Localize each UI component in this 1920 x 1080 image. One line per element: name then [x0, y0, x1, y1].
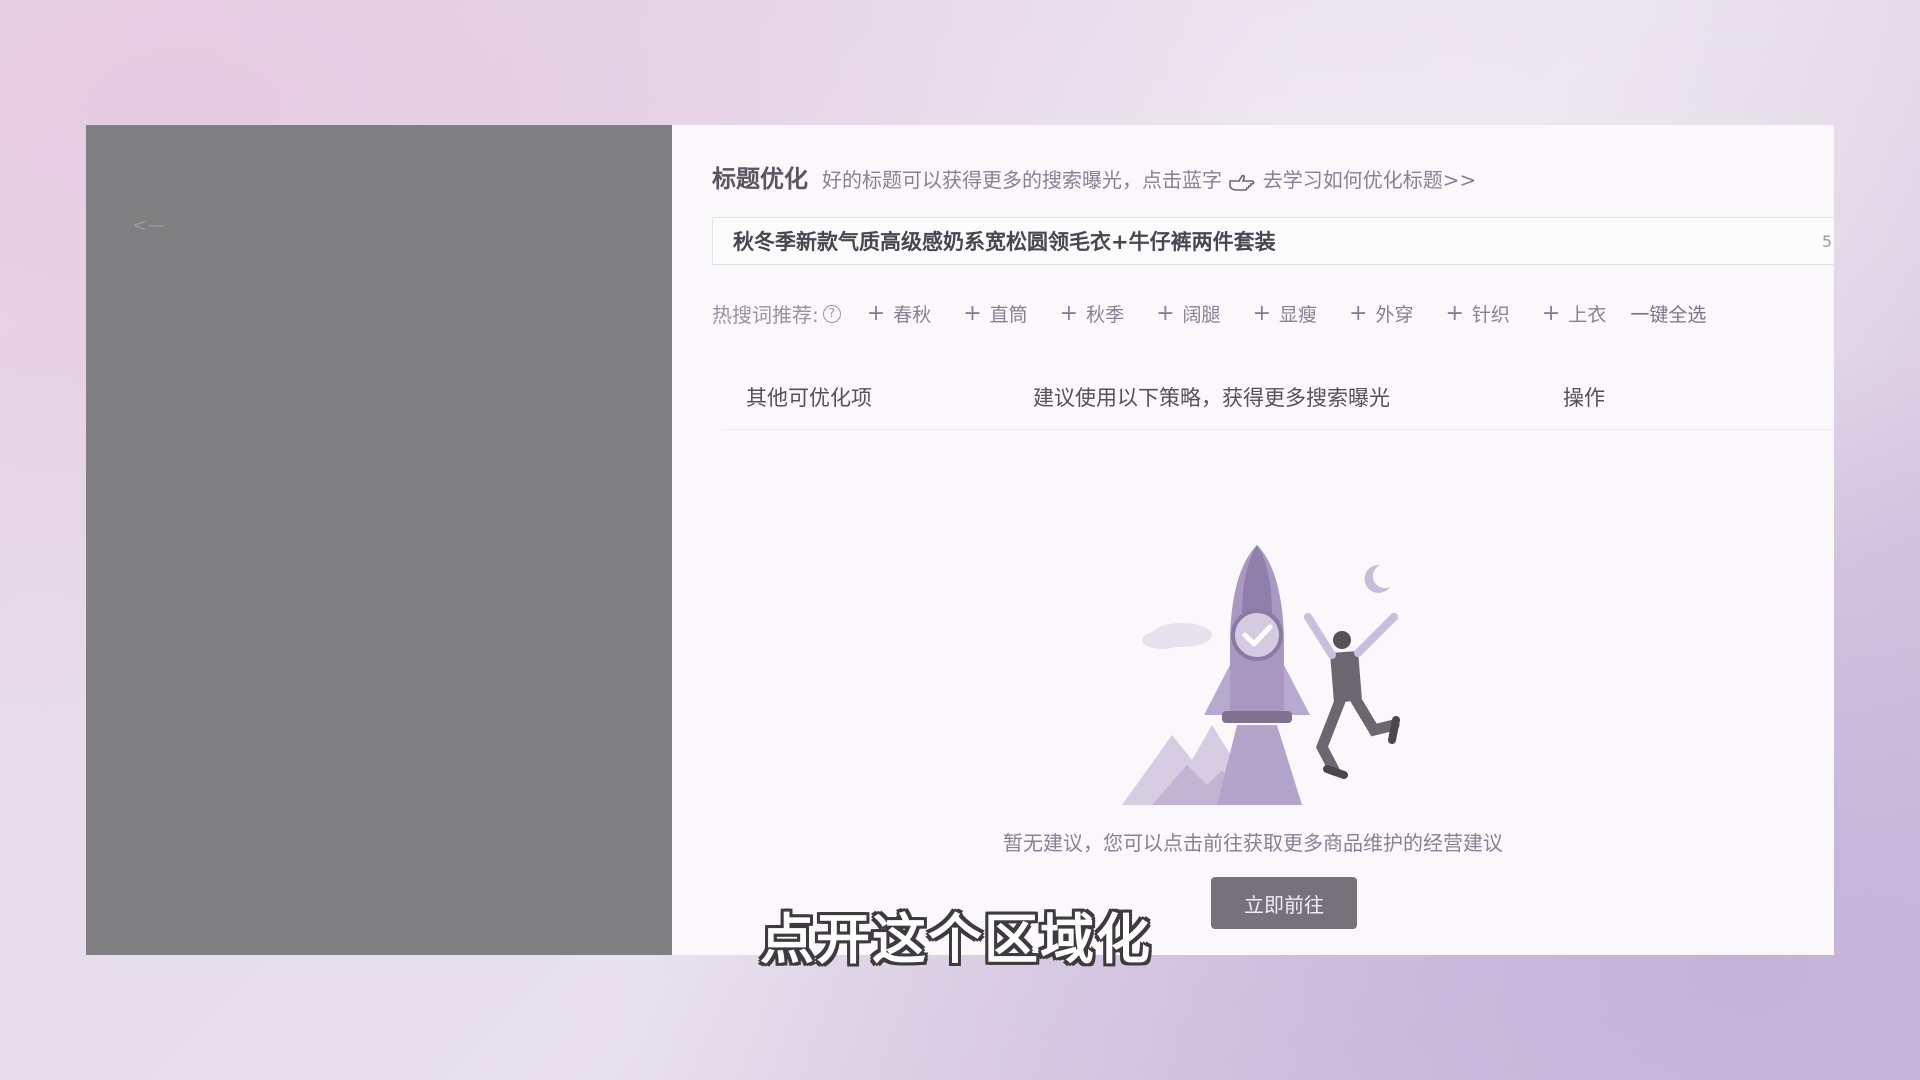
- help-icon[interactable]: ?: [822, 304, 841, 323]
- left-panel-obscured: <—: [86, 125, 672, 955]
- pointing-hand-icon: [1229, 174, 1255, 191]
- hot-tag[interactable]: + 秋季: [1060, 300, 1124, 327]
- plus-icon: +: [1059, 300, 1079, 326]
- hot-tag[interactable]: + 阔腿: [1156, 300, 1220, 327]
- section-hint: 好的标题可以获得更多的搜索曝光，点击蓝字 去学习如何优化标题>>: [822, 164, 1476, 193]
- hot-tag[interactable]: + 上衣: [1542, 300, 1606, 327]
- product-title-input[interactable]: 秋冬季新款气质高级感奶系宽松圆领毛衣+牛仔裤两件套装 5: [712, 217, 1834, 265]
- back-arrow-icon[interactable]: <—: [132, 215, 165, 236]
- plus-icon: +: [1156, 300, 1175, 326]
- hot-tag[interactable]: + 针织: [1445, 300, 1509, 327]
- plus-icon: +: [1252, 300, 1271, 326]
- hot-words-label: 热搜词推荐:: [712, 303, 819, 327]
- hot-tag[interactable]: + 直筒: [963, 300, 1027, 327]
- product-title-value[interactable]: 秋冬季新款气质高级感奶系宽松圆领毛衣+牛仔裤两件套装: [733, 226, 1276, 256]
- hot-tag-label: 外穿: [1375, 304, 1414, 326]
- hot-tag[interactable]: + 外穿: [1349, 300, 1413, 327]
- table-header: 其他可优化项 建议使用以下策略，获得更多搜索曝光 操作: [722, 365, 1834, 430]
- empty-state-illustration: [1122, 545, 1400, 805]
- go-now-button[interactable]: 立即前往: [1211, 877, 1357, 929]
- empty-state-message: 暂无建议，您可以点击前往获取更多商品维护的经营建议: [1003, 831, 1503, 855]
- column-header-items: 其他可优化项: [746, 386, 872, 410]
- title-optimization-panel: 标题优化 好的标题可以获得更多的搜索曝光，点击蓝字 去学习如何优化标题>> 秋冬…: [672, 125, 1834, 955]
- plus-icon: +: [1349, 300, 1368, 326]
- hot-tag-label: 针织: [1471, 304, 1510, 326]
- section-header: 标题优化 好的标题可以获得更多的搜索曝光，点击蓝字 去学习如何优化标题>>: [712, 159, 1476, 194]
- hot-tag[interactable]: + 显瘦: [1253, 300, 1317, 327]
- char-counter: 5: [1821, 232, 1832, 251]
- plus-icon: +: [963, 300, 982, 326]
- hot-tag-label: 直筒: [989, 304, 1028, 326]
- column-header-action: 操作: [1563, 386, 1605, 410]
- hot-tag-label: 显瘦: [1279, 304, 1318, 326]
- hint-text: 好的标题可以获得更多的搜索曝光，点击蓝字: [822, 168, 1222, 192]
- hot-words-row: 热搜词推荐: ? + 春秋 + 直筒 + 秋季 + 阔腿 + 显瘦 + 外穿 + 针织 + 上衣…: [712, 299, 1706, 328]
- hot-tag-label: 秋季: [1086, 304, 1125, 326]
- screen-frame: <— 标题优化 好的标题可以获得更多的搜索曝光，点击蓝字 去学习如何优化标题>>…: [86, 125, 1834, 955]
- plus-icon: +: [1541, 300, 1561, 326]
- hot-tag-label: 上衣: [1568, 304, 1607, 326]
- hot-tag-label: 阔腿: [1182, 304, 1221, 326]
- plus-icon: +: [866, 300, 886, 326]
- plus-icon: +: [1445, 300, 1464, 326]
- section-title: 标题优化: [712, 165, 808, 193]
- select-all-button[interactable]: 一键全选: [1630, 300, 1706, 327]
- video-subtitle: 点开这个区域化: [760, 908, 1152, 971]
- hot-tag-label: 春秋: [893, 304, 932, 326]
- learn-title-link[interactable]: 去学习如何优化标题>>: [1263, 168, 1477, 192]
- hot-tag[interactable]: + 春秋: [867, 300, 931, 327]
- column-header-strategy: 建议使用以下策略，获得更多搜索曝光: [1033, 386, 1390, 410]
